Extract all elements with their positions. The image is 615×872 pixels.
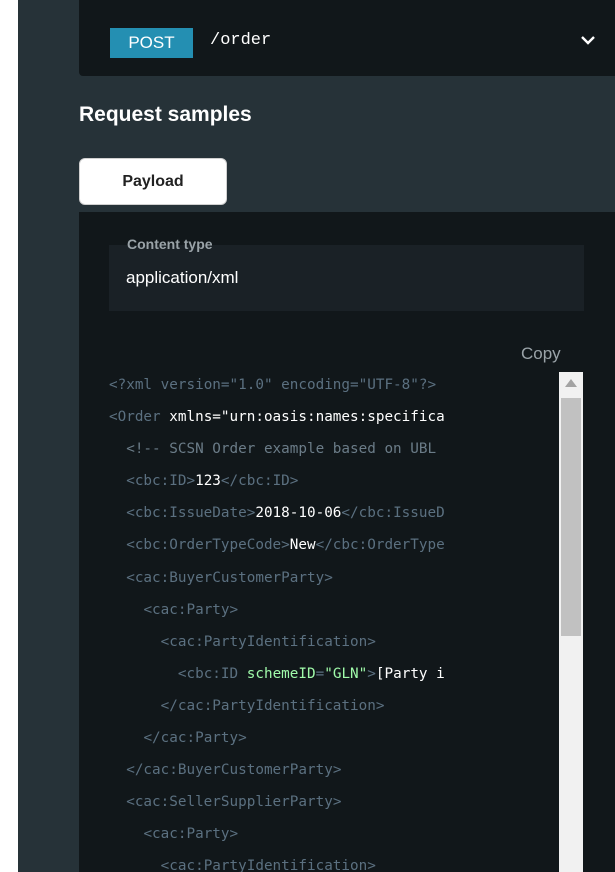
code-line: <cac:Party> <box>143 826 239 843</box>
endpoint-path: /order <box>210 31 272 50</box>
scroll-up-icon[interactable] <box>565 379 577 387</box>
code-line: </cac:BuyerCustomerParty> <box>126 762 342 779</box>
code-line: <cac:PartyIdentification> <box>160 633 376 650</box>
code-line: <cac:BuyerCustomerParty> <box>126 569 333 586</box>
copy-button[interactable]: Copy <box>521 344 561 364</box>
code-line: </cac:PartyIdentification> <box>160 697 385 714</box>
code-line: <cac:PartyIdentification> <box>160 858 376 872</box>
code-line: <Order xmlns="urn:oasis:names:specifica <box>109 409 445 426</box>
code-line: <cbc:ID>123</cbc:ID> <box>126 473 299 490</box>
code-block: <?xml version="1.0" encoding="UTF-8"?> <O… <box>109 372 559 872</box>
code-line: <cac:Party> <box>143 601 239 618</box>
content-type-label: Content type <box>127 236 213 252</box>
code-line: <?xml version="1.0" encoding="UTF-8"?> <box>109 377 437 393</box>
code-line: <cbc:IssueDate>2018-10-06</cbc:IssueD <box>126 505 445 522</box>
code-line: <!-- SCSN Order example based on UBL <box>126 441 437 458</box>
chevron-down-icon[interactable] <box>579 33 597 47</box>
content-type-value: application/xml <box>126 268 239 287</box>
code-line: <cbc:OrderTypeCode>New</cbc:OrderType <box>126 537 445 554</box>
code-line: </cac:Party> <box>143 730 247 747</box>
tab-payload[interactable]: Payload <box>79 158 227 205</box>
left-gutter <box>0 0 18 872</box>
section-title: Request samples <box>79 103 252 126</box>
code-line: <cac:SellerSupplierParty> <box>126 794 342 811</box>
scrollbar-thumb[interactable] <box>561 398 581 636</box>
method-badge: POST <box>110 28 193 58</box>
code-line: <cbc:ID schemeID="GLN">[Party i <box>177 665 445 682</box>
